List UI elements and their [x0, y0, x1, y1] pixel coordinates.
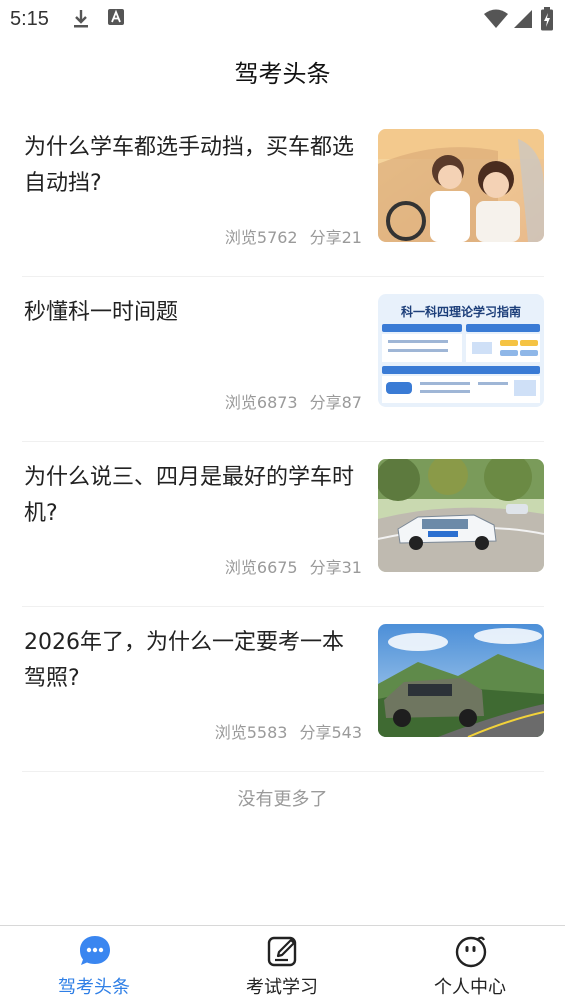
page-title: 驾考头条 [234, 60, 331, 88]
view-count: 浏览5762 [224, 228, 298, 247]
news-title: 为什么说三、四月是最好的学车时机? [24, 465, 355, 526]
news-title: 秒懂科一时间题 [24, 300, 179, 325]
tab-exam-study[interactable]: 考试学习 [188, 926, 376, 1004]
share-count: 分享31 [309, 558, 362, 577]
thumbnail-heading: 科一科四理论学习指南 [401, 304, 521, 319]
tab-news[interactable]: 驾考头条 [0, 926, 188, 1004]
smiley-face-icon [454, 934, 488, 968]
battery-charging-icon [540, 7, 554, 35]
bottom-tab-bar: 驾考头条 考试学习 个人中心 [0, 925, 565, 1004]
share-count: 分享543 [299, 723, 362, 742]
download-icon [72, 8, 90, 34]
news-item[interactable]: 为什么学车都选手动挡，买车都选自动挡? 浏览5762 分享21 [22, 112, 544, 277]
news-thumbnail [378, 459, 544, 572]
no-more-text: 没有更多了 [237, 789, 328, 810]
edit-note-icon [266, 934, 300, 968]
signal-icon [513, 9, 533, 33]
share-count: 分享87 [309, 393, 362, 412]
status-time: 5:15 [10, 8, 49, 30]
news-stats: 浏览6873 分享87 [225, 389, 362, 413]
news-item[interactable]: 秒懂科一时间题 浏览6873 分享87 科一科四理论学习指南 [22, 277, 544, 442]
news-title: 2026年了，为什么一定要考一本驾照? [24, 630, 344, 691]
chat-bubble-icon [78, 934, 112, 968]
tab-label: 个人中心 [434, 977, 506, 998]
news-thumbnail [378, 624, 544, 737]
news-item[interactable]: 2026年了，为什么一定要考一本驾照? 浏览5583 分享543 [22, 607, 544, 772]
view-count: 浏览6675 [224, 558, 298, 577]
font-a-icon [107, 8, 125, 32]
news-list: 为什么学车都选手动挡，买车都选自动挡? 浏览5762 分享21 秒懂科一时间题 … [22, 112, 544, 772]
tab-label: 驾考头条 [58, 977, 130, 998]
status-bar: 5:15 [0, 0, 565, 40]
news-stats: 浏览6675 分享31 [225, 554, 362, 578]
news-item[interactable]: 为什么说三、四月是最好的学车时机? 浏览6675 分享31 [22, 442, 544, 607]
view-count: 浏览6873 [224, 393, 298, 412]
news-thumbnail: 科一科四理论学习指南 [378, 294, 544, 407]
share-count: 分享21 [309, 228, 362, 247]
news-stats: 浏览5583 分享543 [215, 719, 362, 743]
wifi-icon [483, 9, 509, 33]
news-stats: 浏览5762 分享21 [225, 224, 362, 248]
news-title: 为什么学车都选手动挡，买车都选自动挡? [24, 135, 355, 196]
view-count: 浏览5583 [214, 723, 288, 742]
news-thumbnail [378, 129, 544, 242]
tab-profile[interactable]: 个人中心 [376, 926, 564, 1004]
tab-label: 考试学习 [246, 977, 318, 998]
